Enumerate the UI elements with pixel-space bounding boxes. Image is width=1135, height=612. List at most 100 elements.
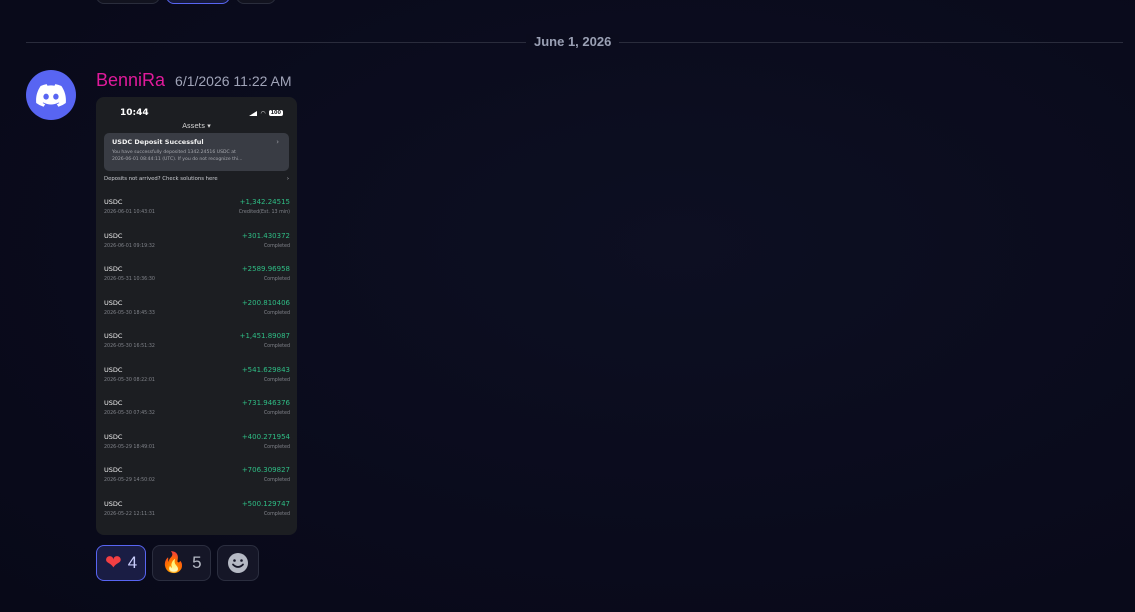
notification-body-2: 2026-06-01 08:44:11 (UTC). If you do not… [112, 157, 243, 162]
transaction-date: 2026-05-29 14:50:02 [104, 478, 155, 483]
transaction-date: 2026-05-29 18:49:01 [104, 444, 155, 450]
heart-icon: ❤ [105, 552, 122, 574]
battery-icon: 100 [268, 110, 283, 116]
transaction-right: +200.810406 Completed [242, 299, 290, 333]
transaction-amount: +706.309827 [241, 466, 290, 474]
transaction-asset: USDC [104, 499, 123, 508]
phone-status-icons: ◠ 100 [249, 110, 283, 117]
reaction-count: 4 [127, 553, 138, 572]
author-name[interactable]: BenniRa [96, 70, 165, 91]
transaction-asset: USDC [104, 198, 123, 206]
transaction-date: 2026-05-31 10:36:30 [104, 277, 155, 282]
transaction-amount: +1,342.24515 [239, 198, 290, 206]
transaction-left: USDC 2026-05-30 08:22:01 [104, 366, 155, 400]
transaction-amount: +200.810406 [241, 298, 290, 307]
date-divider-label: June 1, 2026 [526, 34, 620, 49]
transaction-asset: USDC [104, 332, 123, 340]
transaction-date: 2026-06-01 10:43:01 [104, 210, 155, 215]
chevron-right-icon: › [276, 138, 279, 146]
transaction-row[interactable]: USDC 2026-05-31 10:36:30 +2589.96958 Comple… [96, 265, 297, 299]
smiley-icon [227, 553, 248, 573]
avatar[interactable] [26, 70, 76, 120]
transaction-date: 2026-05-30 07:45:32 [104, 411, 155, 416]
transaction-left: USDC 2026-05-30 07:45:32 [104, 399, 155, 433]
transaction-status: Completed [263, 478, 290, 483]
transaction-status: Completed [263, 411, 290, 416]
transaction-right: +400.271954 Completed [242, 433, 290, 467]
transaction-amount: +500.129747 [241, 499, 290, 508]
transaction-asset: USDC [104, 365, 123, 374]
transaction-status: Completed [263, 277, 290, 282]
transaction-date: 2026-05-30 16:51:32 [104, 344, 155, 349]
wifi-icon: ◠ [260, 109, 266, 117]
reaction-heart[interactable]: ❤ 4 [96, 545, 147, 581]
message-header: BenniRa 6/1/2026 11:22 AM [96, 70, 292, 91]
transaction-list: USDC 2026-06-01 10:43:01 +1,342.24515 Credi… [96, 198, 297, 533]
transaction-status: Completed [263, 310, 290, 316]
transaction-status: Completed [263, 243, 290, 249]
transaction-left: USDC 2026-05-29 18:49:01 [104, 433, 155, 467]
transaction-date: 2026-05-22 12:11:31 [104, 511, 155, 517]
previous-reaction[interactable] [166, 0, 230, 4]
transaction-status: Completed [263, 377, 290, 383]
previous-message-reactions [96, 0, 276, 4]
transaction-left: USDC 2026-05-30 16:51:32 [104, 332, 155, 366]
transaction-amount: +400.271954 [241, 432, 290, 441]
transaction-row[interactable]: USDC 2026-05-29 14:50:02 +706.309827 Comple… [96, 466, 297, 500]
discord-logo-icon [36, 83, 66, 107]
transaction-asset: USDC [104, 432, 123, 441]
previous-reaction[interactable] [96, 0, 160, 4]
transaction-right: +1,342.24515 Credited(Est. 13 min) [239, 198, 290, 232]
transaction-right: +541.629843 Completed [242, 366, 290, 400]
transaction-row[interactable]: USDC 2026-05-30 08:22:01 +541.629843 Comple… [96, 366, 297, 400]
deposit-help-text: Deposits not arrived? Check solutions he… [104, 176, 218, 182]
transaction-row[interactable]: USDC 2026-05-30 18:45:33 +200.810406 Comple… [96, 299, 297, 333]
transaction-right: +500.129747 Completed [242, 500, 290, 534]
transaction-status: Credited(Est. 13 min) [238, 210, 290, 215]
transaction-date: 2026-05-30 08:22:01 [104, 377, 155, 383]
transaction-left: USDC 2026-05-31 10:36:30 [104, 265, 155, 299]
deposit-help-row: Deposits not arrived? Check solutions he… [104, 176, 289, 182]
transaction-asset: USDC [104, 298, 123, 307]
transaction-asset: USDC [104, 466, 123, 474]
transaction-row[interactable]: USDC 2026-06-01 09:19:32 +301.430372 Comple… [96, 232, 297, 266]
transaction-amount: +541.629843 [241, 365, 290, 374]
notification-title: USDC Deposit Successful [112, 138, 204, 146]
transaction-right: +1,451.89087 Completed [240, 332, 290, 366]
transaction-date: 2026-05-30 18:45:33 [104, 310, 155, 316]
transaction-amount: +1,451.89087 [239, 332, 290, 340]
transaction-asset: USDC [104, 231, 123, 240]
phone-header-title: Assets ▾ [182, 122, 211, 130]
transaction-row[interactable]: USDC 2026-05-29 18:49:01 +400.271954 Comple… [96, 433, 297, 467]
transaction-row[interactable]: USDC 2026-06-01 10:43:01 +1,342.24515 Credi… [96, 198, 297, 232]
transaction-row[interactable]: USDC 2026-05-30 07:45:32 +731.946376 Comple… [96, 399, 297, 433]
transaction-status: Completed [263, 511, 290, 517]
transaction-row[interactable]: USDC 2026-05-30 16:51:32 +1,451.89087 Compl… [96, 332, 297, 366]
previous-add-reaction[interactable] [236, 0, 276, 4]
transaction-amount: +2589.96958 [241, 265, 290, 273]
image-attachment[interactable]: 10:44 ◠ 100 Assets ▾ USDC Deposit Succes… [96, 97, 297, 535]
transaction-left: USDC 2026-06-01 09:19:32 [104, 232, 155, 266]
transaction-amount: +731.946376 [241, 399, 290, 407]
message-timestamp[interactable]: 6/1/2026 11:22 AM [175, 73, 292, 89]
transaction-left: USDC 2026-05-29 14:50:02 [104, 466, 155, 500]
add-reaction-button[interactable] [216, 545, 259, 581]
reaction-bar: ❤ 4 🔥 5 [96, 545, 259, 581]
reaction-count: 5 [192, 553, 202, 572]
transaction-asset: USDC [104, 399, 123, 407]
transaction-right: +2589.96958 Completed [242, 265, 290, 299]
chevron-right-icon: › [286, 176, 289, 182]
transaction-asset: USDC [104, 265, 123, 273]
transaction-left: USDC 2026-06-01 10:43:01 [104, 198, 155, 232]
transaction-row[interactable]: USDC 2026-05-22 12:11:31 +500.129747 Comple… [96, 500, 297, 534]
transaction-status: Completed [263, 344, 290, 349]
reaction-fire[interactable]: 🔥 5 [152, 545, 211, 581]
transaction-right: +706.309827 Completed [242, 466, 290, 500]
fire-icon: 🔥 [161, 552, 187, 574]
transaction-status: Completed [263, 444, 290, 450]
deposit-notification: USDC Deposit Successful You have success… [104, 133, 289, 171]
phone-status-bar: 10:44 ◠ 100 [96, 97, 297, 119]
transaction-right: +301.430372 Completed [242, 232, 290, 266]
transaction-amount: +301.430372 [241, 231, 290, 240]
notification-body-1: You have successfully deposited 1342.245… [112, 150, 236, 155]
